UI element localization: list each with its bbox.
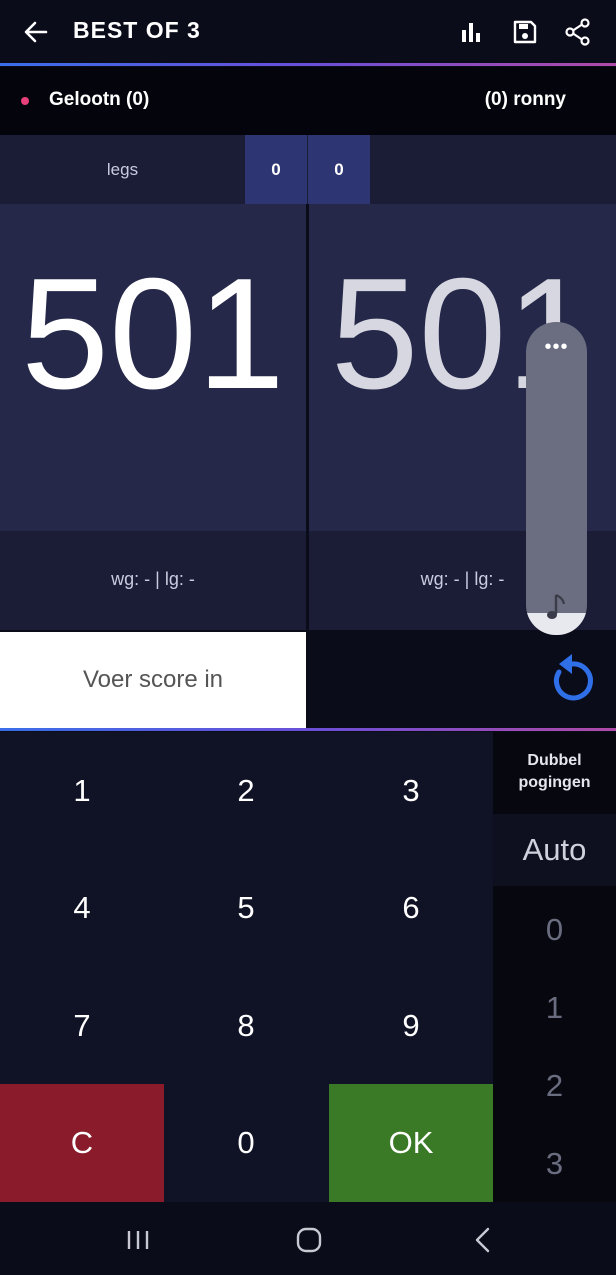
player-left-stats: wg: - | lg: - [111, 569, 195, 589]
active-player-indicator [21, 97, 29, 105]
back-arrow-icon[interactable] [18, 14, 54, 50]
volume-slider[interactable]: ••• [526, 322, 587, 635]
key-5[interactable]: 5 [164, 849, 328, 966]
player-right-name: (0) ronny [484, 89, 566, 110]
clear-button[interactable]: C [0, 1084, 164, 1202]
keypad: 1 2 3 4 5 6 7 8 9 C 0 OK [0, 732, 493, 1202]
key-2[interactable]: 2 [164, 732, 328, 849]
key-9[interactable]: 9 [329, 967, 493, 1084]
legs-right-count: 0 [308, 135, 370, 204]
app-bar: BEST OF 3 [0, 0, 616, 64]
key-1[interactable]: 1 [0, 732, 164, 849]
double-attempts-label-line1: Dubbel [527, 752, 582, 769]
key-0[interactable]: 0 [164, 1084, 328, 1202]
score-input[interactable]: Voer score in [0, 632, 306, 728]
stats-icon[interactable] [453, 14, 489, 50]
double-attempts-auto[interactable]: Auto [493, 832, 616, 868]
page-title: BEST OF 3 [73, 17, 201, 43]
key-4[interactable]: 4 [0, 849, 164, 966]
recent-apps-icon[interactable] [118, 1222, 158, 1258]
system-nav-bar [0, 1202, 616, 1275]
legs-left-count: 0 [245, 135, 307, 204]
player-left-name: Gelootn (0) [49, 89, 150, 110]
nav-back-icon[interactable] [462, 1222, 502, 1258]
double-attempts-option-0[interactable]: 0 [493, 912, 616, 948]
player-left-stats-panel: wg: - | lg: - [0, 531, 306, 630]
undo-icon[interactable] [545, 650, 599, 706]
share-icon[interactable] [560, 14, 596, 50]
double-attempts-label: Dubbel pogingen [493, 750, 616, 794]
score-divider [306, 204, 309, 630]
key-3[interactable]: 3 [329, 732, 493, 849]
more-icon[interactable]: ••• [526, 336, 587, 359]
key-6[interactable]: 6 [329, 849, 493, 966]
music-note-icon [547, 593, 566, 619]
player-left-score-panel: 501 [0, 204, 306, 531]
home-icon[interactable] [289, 1222, 329, 1258]
double-attempts-panel: Dubbel pogingen Auto 0 1 2 3 [493, 732, 616, 1202]
double-attempts-option-1[interactable]: 1 [493, 990, 616, 1026]
double-attempts-option-3[interactable]: 3 [493, 1146, 616, 1182]
player-bar: Gelootn (0) (0) ronny [0, 67, 616, 135]
player-left-score: 501 [21, 246, 285, 422]
top-accent-line [0, 63, 616, 66]
key-7[interactable]: 7 [0, 967, 164, 1084]
double-attempts-option-2[interactable]: 2 [493, 1068, 616, 1104]
legs-row: legs 0 0 [0, 135, 616, 204]
undo-area [309, 632, 616, 728]
keypad-accent-line [0, 728, 616, 731]
save-icon[interactable] [507, 14, 543, 50]
key-8[interactable]: 8 [164, 967, 328, 1084]
ok-button[interactable]: OK [329, 1084, 493, 1202]
legs-label: legs [106, 160, 139, 179]
double-attempts-label-line2: pogingen [518, 774, 591, 791]
